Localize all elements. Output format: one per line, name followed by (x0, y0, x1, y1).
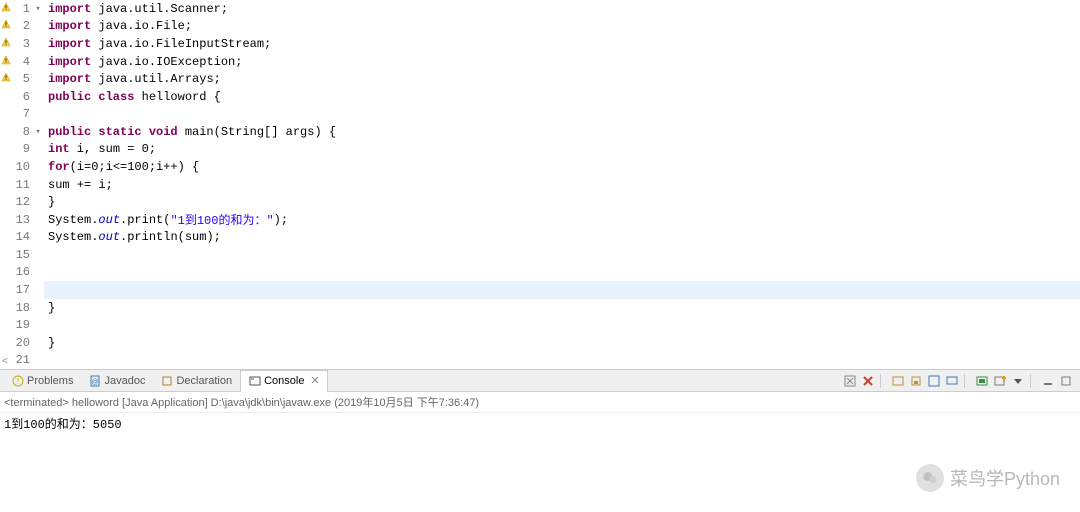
pin-console-icon[interactable] (926, 373, 942, 389)
tab-declaration[interactable]: Declaration (153, 370, 240, 392)
code-line[interactable]: import java.io.FileInputStream; (44, 35, 1080, 53)
code-line[interactable] (44, 352, 1080, 370)
tab-label: Console (264, 375, 304, 387)
console-icon (249, 375, 261, 387)
line-number: 11 (12, 178, 32, 192)
display-console-icon[interactable] (944, 373, 960, 389)
warning-icon (1, 55, 11, 65)
maximize-view-icon[interactable] (1058, 373, 1074, 389)
tab-problems[interactable]: ! Problems (4, 370, 81, 392)
tab-label: Javadoc (104, 375, 145, 387)
code-line[interactable]: import java.io.IOException; (44, 53, 1080, 71)
open-console-icon[interactable] (974, 373, 990, 389)
line-number: 3 (12, 37, 32, 51)
tab-label: Problems (27, 375, 73, 387)
code-area[interactable]: import java.util.Scanner;import java.io.… (44, 0, 1080, 369)
watermark-text: 菜鸟学Python (950, 465, 1060, 491)
code-line[interactable]: sum += i; (44, 176, 1080, 194)
clear-console-icon[interactable] (890, 373, 906, 389)
code-line[interactable]: System.out.print("1到100的和为："); (44, 211, 1080, 229)
console-toolbar (842, 373, 1080, 389)
line-number: 16 (12, 265, 32, 279)
code-line[interactable]: import java.util.Arrays; (44, 70, 1080, 88)
fold-toggle[interactable]: ▾ (32, 4, 44, 14)
fold-toggle[interactable]: ▾ (32, 127, 44, 137)
code-line[interactable]: import java.io.File; (44, 18, 1080, 36)
editor-gutter: 1▾2345678▾9101112131415161718192021 (0, 0, 44, 369)
line-number: 15 (12, 248, 32, 262)
code-line[interactable]: for(i=0;i<=100;i++) { (44, 158, 1080, 176)
line-number: 19 (12, 318, 32, 332)
code-editor[interactable]: 1▾2345678▾9101112131415161718192021 impo… (0, 0, 1080, 370)
code-line[interactable]: } (44, 334, 1080, 352)
svg-text:@: @ (92, 379, 99, 386)
line-number: 14 (12, 230, 32, 244)
line-number: 21 (12, 353, 32, 367)
code-line[interactable] (44, 246, 1080, 264)
warning-icon (1, 19, 11, 29)
code-line[interactable]: int i, sum = 0; (44, 141, 1080, 159)
line-number: 1 (12, 2, 32, 16)
code-line[interactable]: } (44, 299, 1080, 317)
line-number: 10 (12, 160, 32, 174)
svg-text:!: ! (17, 377, 19, 386)
code-line[interactable]: System.out.println(sum); (44, 229, 1080, 247)
code-line[interactable]: public class helloword { (44, 88, 1080, 106)
line-number: 9 (12, 142, 32, 156)
remove-launch-icon[interactable] (842, 373, 858, 389)
warning-icon (1, 72, 11, 82)
javadoc-icon: @ (89, 375, 101, 387)
warning-icon (1, 37, 11, 47)
code-line[interactable] (44, 264, 1080, 282)
dropdown-arrow-icon[interactable] (1010, 373, 1026, 389)
warning-icon (1, 2, 11, 12)
new-console-icon[interactable] (992, 373, 1008, 389)
declaration-icon (161, 375, 173, 387)
problems-icon: ! (12, 375, 24, 387)
bottom-tab-bar: ! Problems @ Javadoc Declaration Console (0, 370, 1080, 392)
line-number: 4 (12, 55, 32, 69)
code-line[interactable] (44, 105, 1080, 123)
tab-console[interactable]: Console (240, 370, 328, 392)
line-number: 12 (12, 195, 32, 209)
scroll-lock-icon[interactable] (908, 373, 924, 389)
scroll-left-indicator: < (2, 356, 8, 367)
line-number: 6 (12, 90, 32, 104)
console-terminated-line: <terminated> helloword [Java Application… (0, 392, 1080, 413)
tab-label: Declaration (176, 375, 232, 387)
line-number: 5 (12, 72, 32, 86)
line-number: 20 (12, 336, 32, 350)
remove-all-icon[interactable] (860, 373, 876, 389)
line-number: 2 (12, 19, 32, 33)
wechat-icon (916, 464, 944, 492)
line-number: 17 (12, 283, 32, 297)
watermark: 菜鸟学Python (916, 464, 1060, 492)
line-number: 7 (12, 107, 32, 121)
line-number: 18 (12, 301, 32, 315)
code-line[interactable]: public static void main(String[] args) { (44, 123, 1080, 141)
code-line[interactable]: import java.util.Scanner; (44, 0, 1080, 18)
code-line[interactable]: } (44, 193, 1080, 211)
tab-javadoc[interactable]: @ Javadoc (81, 370, 153, 392)
line-number: 13 (12, 213, 32, 227)
minimize-view-icon[interactable] (1040, 373, 1056, 389)
code-line[interactable] (44, 281, 1080, 299)
line-number: 8 (12, 125, 32, 139)
close-tab-icon[interactable] (311, 375, 319, 387)
console-output[interactable]: 1到100的和为：5050 (0, 413, 1080, 434)
code-line[interactable] (44, 316, 1080, 334)
